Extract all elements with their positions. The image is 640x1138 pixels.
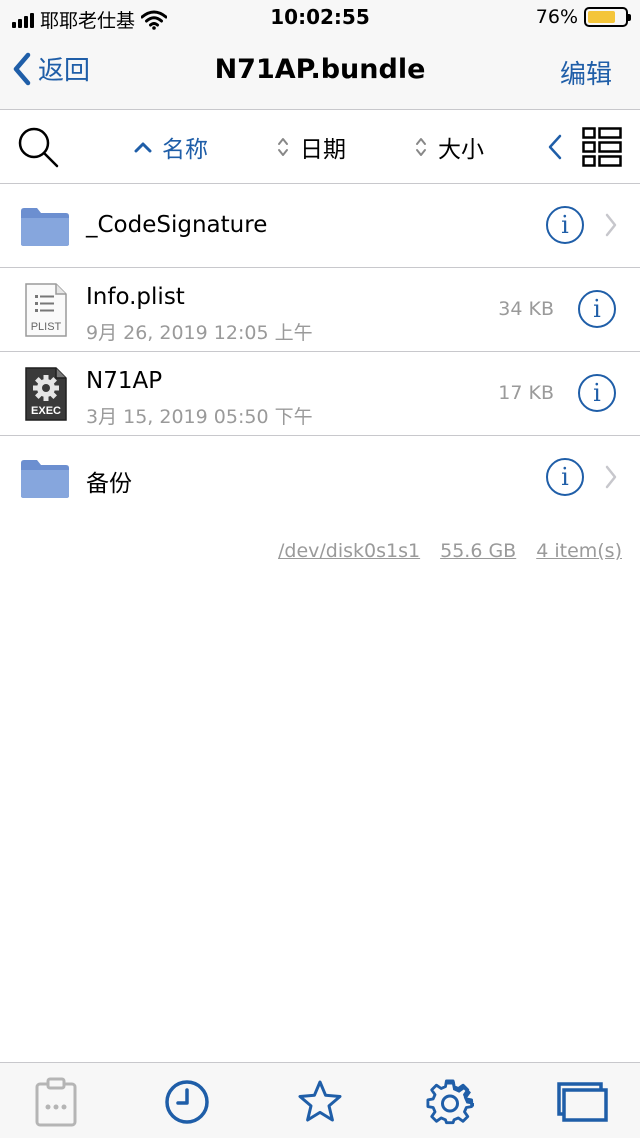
list-item[interactable]: _CodeSignature i (0, 184, 640, 268)
status-right: 76% (535, 6, 631, 28)
info-button[interactable]: i (546, 458, 584, 496)
exec-file-icon: EXEC (24, 352, 68, 436)
file-size: 34 KB (498, 298, 554, 320)
search-icon (18, 127, 59, 168)
tab-recent[interactable] (164, 1079, 210, 1129)
gear-icon (426, 1079, 475, 1125)
file-date: 3月 15, 2019 05:50 下午 (86, 406, 313, 428)
battery-icon (584, 7, 631, 27)
list-item[interactable]: 备份 i (0, 436, 640, 520)
list-item[interactable]: PLIST Info.plist 9月 26, 2019 12:05 上午 34… (0, 268, 640, 352)
sort-size-label: 大小 (438, 137, 484, 163)
clipboard-icon (35, 1077, 77, 1127)
capacity-link[interactable]: 55.6 GB (440, 540, 516, 562)
sort-by-date[interactable]: 日期 (276, 110, 346, 184)
tab-windows[interactable] (556, 1081, 608, 1127)
sort-name-label: 名称 (162, 137, 208, 163)
info-button[interactable]: i (546, 206, 584, 244)
tab-favorites[interactable] (296, 1079, 344, 1129)
info-button[interactable]: i (578, 374, 616, 412)
battery-fill (588, 11, 616, 23)
sort-toggle-icon (278, 138, 288, 156)
list-view-icon (582, 127, 622, 167)
device-path-link[interactable]: /dev/disk0s1s1 (278, 540, 420, 562)
status-bar: 耶耶老仕基 10:02:55 76% (0, 0, 640, 36)
view-mode-button[interactable] (582, 110, 622, 184)
chevron-right-icon (605, 213, 617, 237)
file-name: N71AP (86, 368, 163, 394)
sort-by-size[interactable]: 大小 (414, 110, 484, 184)
back-button[interactable]: 返回 (12, 50, 90, 87)
sort-toolbar: 名称 日期 大小 (0, 110, 640, 184)
info-button[interactable]: i (578, 290, 616, 328)
chevron-right-icon (605, 465, 617, 489)
navigation-bar: 返回 N71AP.bundle 编辑 (0, 36, 640, 110)
edit-button[interactable]: 编辑 (560, 54, 612, 91)
sort-toggle-icon (416, 138, 426, 156)
item-count-link[interactable]: 4 item(s) (536, 540, 622, 562)
tab-settings[interactable] (426, 1079, 475, 1131)
folder-icon (20, 436, 70, 520)
star-icon (298, 1080, 342, 1122)
folder-icon (20, 184, 70, 268)
plist-icon-label: PLIST (31, 321, 62, 333)
list-item[interactable]: EXEC N71AP 3月 15, 2019 05:50 下午 17 KB i (0, 352, 640, 436)
plist-file-icon: PLIST (24, 268, 68, 352)
exec-icon-label: EXEC (31, 405, 61, 417)
sort-date-label: 日期 (300, 137, 346, 163)
search-button[interactable] (16, 110, 60, 184)
collapse-button[interactable] (546, 110, 564, 184)
page-title: N71AP.bundle (214, 54, 426, 85)
battery-percent: 76% (535, 6, 578, 28)
windows-icon (557, 1082, 608, 1122)
back-label: 返回 (38, 56, 91, 86)
file-size: 17 KB (498, 382, 554, 404)
file-name: 备份 (86, 471, 132, 497)
chevron-left-icon (13, 52, 31, 85)
chevron-left-icon (548, 134, 562, 160)
file-date: 9月 26, 2019 12:05 上午 (86, 322, 313, 344)
tab-clipboard[interactable] (34, 1077, 78, 1131)
tab-bar (0, 1062, 640, 1138)
clock-icon (165, 1080, 209, 1124)
chevron-up-icon (134, 142, 152, 153)
file-name: Info.plist (86, 284, 185, 310)
file-name: _CodeSignature (86, 212, 268, 238)
sort-by-name[interactable]: 名称 (134, 110, 208, 184)
storage-info: /dev/disk0s1s1 55.6 GB 4 item(s) (278, 540, 622, 562)
